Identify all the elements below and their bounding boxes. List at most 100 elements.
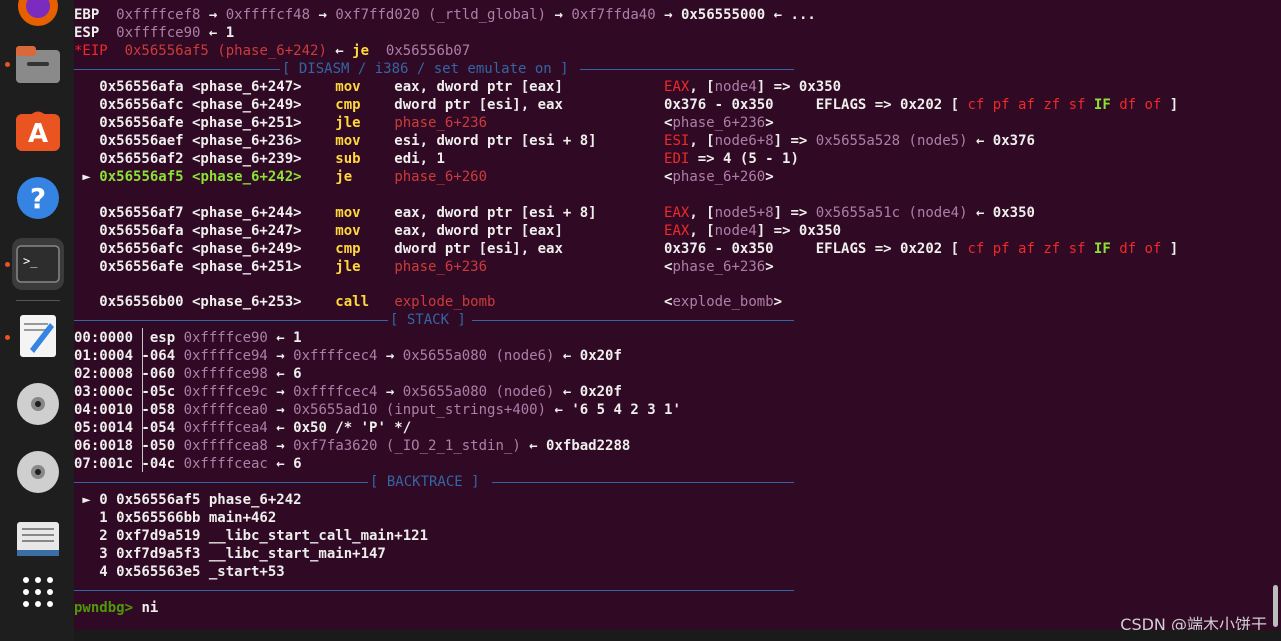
segment: 06:0018 -050 <box>74 438 184 454</box>
segment: mov <box>335 79 361 95</box>
terminal-scrollbar[interactable] <box>1273 585 1278 627</box>
segment: 0x56556af5 (phase_6+242) <box>124 43 327 59</box>
segment: cmp <box>335 241 361 257</box>
segment: node5+8 <box>714 205 774 221</box>
segment: EDI <box>664 151 690 167</box>
disasm-line-12: 0x56556b00 <phase_6+253> call explode_bo… <box>74 293 782 311</box>
segment: → <box>310 7 336 23</box>
prompt-command[interactable]: ni <box>133 600 158 616</box>
segment: 07:001c -04c <box>74 456 184 472</box>
context-end-separator <box>74 581 794 599</box>
segment: 03:000c -05c <box>74 384 184 400</box>
segment: ← 6 <box>267 456 302 472</box>
segment: 0xffffcea4 <box>183 420 268 436</box>
segment <box>1085 97 1093 113</box>
segment: phase_6+236 <box>672 115 766 131</box>
disasm-line-4: 0x56556aef <phase_6+236> mov esi, dword … <box>74 132 1035 150</box>
segment <box>369 294 394 310</box>
segment: → <box>267 438 294 454</box>
show-apps-icon[interactable] <box>12 566 64 618</box>
segment <box>369 43 386 59</box>
dock-separator <box>16 300 60 301</box>
segment: 2 0xf7d9a519 __libc_start_call_main+121 <box>74 528 429 544</box>
segment: phase_6+260 <box>394 169 488 185</box>
segment: *EIP <box>74 43 125 59</box>
firefox-icon[interactable] <box>12 0 64 32</box>
help-icon[interactable]: ? <box>12 172 64 224</box>
files-running-indicator <box>5 62 10 67</box>
disc-icon[interactable] <box>12 378 64 430</box>
segment: ← 0xfbad2288 <box>520 438 631 454</box>
save-file-icon[interactable] <box>12 512 64 564</box>
segment: < <box>495 294 673 310</box>
segment: → <box>267 384 294 400</box>
segment: ← '6 5 4 2 3 1' <box>546 402 681 418</box>
svg-text:>_: >_ <box>23 254 38 268</box>
disasm-line-9: 0x56556afc <phase_6+249> cmp dword ptr [… <box>74 240 1178 258</box>
segment: 0x56556afc <phase_6+249> <box>74 241 336 257</box>
disasm-line-10: 0x56556afe <phase_6+251> jle phase_6+236… <box>74 258 773 276</box>
segment: esi, dword ptr [esi + 8] <box>360 133 665 149</box>
segment: 02:0008 -060 <box>74 366 184 382</box>
segment: explode_bomb <box>672 294 774 310</box>
segment: → <box>546 7 572 23</box>
segment: ] => 0x350 <box>756 79 842 95</box>
segment: 0xffffcea0 <box>183 402 268 418</box>
software-store-icon[interactable]: A <box>12 104 64 156</box>
segment: ← 6 <box>267 366 302 382</box>
segment <box>361 259 395 275</box>
stack-row-5: 05:0014 -054 0xffffcea4 ← 0x50 /* 'P' */ <box>74 419 411 437</box>
terminal-icon[interactable]: >_ <box>12 238 64 290</box>
segment: 0x5655a51c (node4) <box>815 205 968 221</box>
segment: cmp <box>335 97 361 113</box>
segment: 0xf7fa3620 (_IO_2_1_stdin_) <box>293 438 521 454</box>
segment: ESP <box>74 25 117 41</box>
stack-row-7: 07:001c -04c 0xffffceac ← 6 <box>74 455 302 473</box>
segment: dword ptr [esi], eax 0x376 - 0x350 EFLAG… <box>360 241 968 257</box>
disasm-line-3: 0x56556afe <phase_6+251> jle phase_6+236… <box>74 114 773 132</box>
window-bottom-edge <box>74 630 1281 641</box>
segment: je <box>352 43 370 59</box>
text-editor-icon[interactable] <box>12 310 64 362</box>
segment: EAX <box>664 223 690 239</box>
segment: ► <box>74 169 100 185</box>
segment: ] => 0x350 <box>756 223 842 239</box>
prompt-label: pwndbg> <box>74 600 134 616</box>
terminal-window[interactable]: EBP 0xffffcef8 → 0xffffcf48 → 0xf7ffd020… <box>74 0 1281 641</box>
segment: node4 <box>714 223 757 239</box>
segment: ← 1 <box>267 330 302 346</box>
segment: 4 0x565563e5 _start+53 <box>74 564 285 580</box>
files-icon[interactable] <box>12 38 64 90</box>
segment: 0xffffcec4 <box>293 384 378 400</box>
disasm-title: [ DISASM / i386 / set emulate on ] <box>282 61 569 77</box>
segment: mov <box>335 223 361 239</box>
segment: , [ <box>689 133 715 149</box>
backtrace-frame-3: 3 0xf7d9a5f3 __libc_start_main+147 <box>74 545 386 563</box>
segment <box>352 169 394 185</box>
segment <box>361 115 395 131</box>
command-prompt[interactable]: pwndbg> ni <box>74 599 158 617</box>
segment: EAX <box>664 79 690 95</box>
segment: 0xffffcec4 <box>293 348 378 364</box>
segment: cf pf af zf sf <box>967 241 1086 257</box>
reg-ebp: EBP 0xffffcef8 → 0xffffcf48 → 0xf7ffd020… <box>74 6 816 24</box>
segment: node4 <box>714 79 757 95</box>
stack-row-1: 01:0004 -064 0xffffce94 → 0xffffcec4 → 0… <box>74 347 622 365</box>
segment: , [ <box>689 223 715 239</box>
segment: ← <box>326 43 353 59</box>
segment: ] <box>1161 241 1179 257</box>
disc-icon-2[interactable] <box>12 446 64 498</box>
segment: > <box>765 169 774 185</box>
segment: 0x5655a528 (node5) <box>815 133 968 149</box>
segment: 0xffffcef8 <box>116 7 201 23</box>
text-editor-running-indicator <box>5 335 10 340</box>
segment <box>74 187 82 203</box>
segment: phase_6+236 <box>394 115 488 131</box>
segment: ESI <box>664 133 690 149</box>
segment <box>1085 241 1093 257</box>
segment: mov <box>335 133 361 149</box>
segment: < <box>487 259 673 275</box>
segment: 0xffffce98 <box>183 366 268 382</box>
segment: 0x5655ad10 (input_strings+400) <box>293 402 547 418</box>
segment: , [ <box>689 205 715 221</box>
